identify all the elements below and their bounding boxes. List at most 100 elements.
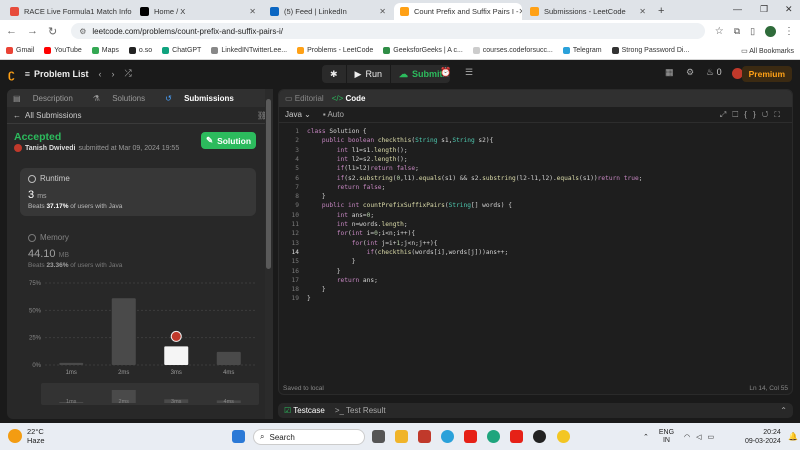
tab-solutions[interactable]: ⚗ Solutions [93, 94, 155, 103]
star-icon[interactable]: ☆ [715, 26, 724, 37]
code-line[interactable]: public int countPrefixSuffixPairs(String… [307, 202, 512, 209]
maximize-icon[interactable]: ❐ [760, 4, 768, 15]
close-tab-icon[interactable]: ✕ [519, 7, 523, 16]
wifi-icon[interactable]: ◠ [684, 433, 690, 441]
code-line[interactable]: } [307, 295, 311, 302]
tab-editorial[interactable]: ▭ Editorial [285, 94, 324, 103]
code-line[interactable]: class Solution { [307, 128, 367, 135]
settings-icon[interactable]: ⚙ [686, 67, 694, 78]
profile-icon[interactable] [765, 25, 776, 37]
streak-counter[interactable]: ♨ 0 [706, 67, 722, 78]
collapse-icon[interactable]: ⌃ [780, 406, 787, 415]
github-icon[interactable] [533, 430, 546, 443]
next-problem-icon[interactable]: › [111, 69, 114, 79]
problem-list-button[interactable]: ≡ Problem List [25, 69, 89, 79]
forward-icon[interactable]: → [27, 25, 38, 37]
bookmark-item[interactable]: Telegram [562, 47, 602, 54]
browser-tab[interactable]: Home / X ✕ [134, 3, 262, 20]
code-line[interactable]: return false; [307, 184, 385, 191]
bookmark-item[interactable]: ChatGPT [162, 47, 201, 54]
volume-icon[interactable]: ◁ [696, 433, 701, 441]
youtube-music-icon[interactable] [510, 430, 523, 443]
code-line[interactable]: if(l1>l2)return false; [307, 165, 419, 172]
browser-tab[interactable]: RACE Live Formula1 Match Info✕ [4, 3, 132, 20]
solution-button[interactable]: ✎ Solution [201, 132, 256, 149]
fullscreen-icon[interactable]: ⛶ [774, 110, 786, 119]
reset-icon[interactable]: ↺ [762, 110, 775, 119]
code-line[interactable]: if(checkthis(words[i],words[j]))ans++; [307, 249, 509, 256]
bookmark-item[interactable]: Gmail [6, 47, 34, 54]
tab-code[interactable]: </> Code [332, 94, 366, 103]
tab-submissions[interactable]: ↺ Submissions [165, 94, 244, 103]
auto-mode[interactable]: ▪ Auto [323, 110, 344, 119]
minimize-icon[interactable]: — [733, 4, 742, 14]
notes-icon[interactable]: ☰ [465, 67, 473, 78]
memory-card[interactable]: Memory 44.10 MB Beats 23.36% of users wi… [20, 227, 256, 277]
browser-tab[interactable]: (5) Feed | LinkedIn ✕ [264, 3, 392, 20]
bookmark-item[interactable]: o.so [128, 47, 152, 54]
edge-icon[interactable] [487, 430, 500, 443]
browser-tab[interactable]: Count Prefix and Suffix Pairs I - ✕ [394, 3, 522, 20]
left-panel-scrollbar[interactable] [265, 89, 273, 419]
tab-testcase[interactable]: ☑ Testcase [284, 406, 325, 415]
site-info-icon[interactable]: ⚙ [79, 27, 86, 36]
code-line[interactable]: } [307, 193, 326, 200]
debug-button[interactable]: ✱ [322, 65, 346, 83]
all-bookmarks-link[interactable]: ▭ All Bookmarks [741, 47, 794, 55]
tab-description[interactable]: ▤ Description [13, 94, 83, 103]
chrome-icon[interactable] [557, 430, 570, 443]
code-line[interactable]: } [307, 258, 356, 265]
task-view-icon[interactable] [372, 430, 385, 443]
bookmark-item[interactable]: Maps [91, 47, 119, 54]
bookmark-item[interactable]: courses.codeforsucc... [472, 47, 553, 54]
telegram-icon[interactable] [441, 430, 454, 443]
layout-icon[interactable]: ▦ [665, 67, 674, 78]
alarm-icon[interactable]: ⏰ [440, 67, 451, 78]
code-line[interactable]: int ans=0; [307, 212, 374, 219]
battery-icon[interactable]: ▭ [708, 433, 715, 441]
code-line[interactable]: int l1=s1.length(); [307, 147, 408, 154]
bookmark-item[interactable]: Problems - LeetCode [297, 47, 373, 54]
code-line[interactable]: if(s2.substring(0,l1).equals(s1) && s2.s… [307, 175, 643, 182]
bookmark-item[interactable]: Strong Password Di... [611, 47, 689, 54]
code-line[interactable]: public boolean checkthis(String s1,Strin… [307, 137, 493, 144]
new-tab-button[interactable]: + [658, 3, 664, 20]
windows-start-icon[interactable] [232, 430, 245, 443]
youtube-icon[interactable] [464, 430, 477, 443]
sidebar-icon[interactable]: ▯ [750, 26, 755, 37]
clock[interactable]: 20:24 09-03-2024 [745, 428, 781, 446]
run-button[interactable]: ▶ Run [346, 65, 390, 83]
photos-icon[interactable] [418, 430, 431, 443]
close-window-icon[interactable]: ✕ [785, 4, 793, 15]
code-line[interactable]: return ans; [307, 277, 378, 284]
show-hidden-icon[interactable]: ⌃ [643, 433, 649, 441]
author-name[interactable]: Tanish Dwivedi [25, 145, 75, 152]
close-tab-icon[interactable]: ✕ [249, 7, 256, 16]
notification-icon[interactable]: 🔔 [788, 432, 798, 441]
menu-icon[interactable]: ⋮ [784, 26, 794, 37]
prev-problem-icon[interactable]: ‹ [98, 69, 101, 79]
scrollbar-thumb[interactable] [266, 99, 271, 269]
code-line[interactable]: } [307, 268, 341, 275]
weather-widget[interactable]: 22°C Haze [8, 427, 45, 445]
bookmark-item[interactable]: GeeksforGeeks | A c... [383, 47, 463, 54]
url-field[interactable]: ⚙ leetcode.com/problems/count-prefix-and… [71, 23, 705, 39]
code-line[interactable]: for(int j=i+1;j<n;j++){ [307, 240, 438, 247]
all-submissions-link[interactable]: ← All Submissions ⛓ [7, 107, 273, 124]
premium-button[interactable]: Premium [741, 66, 792, 82]
file-explorer-icon[interactable] [395, 430, 408, 443]
close-tab-icon[interactable]: ✕ [379, 7, 386, 16]
bookmark-icon[interactable]: ☐ [732, 110, 744, 119]
code-line[interactable]: } [307, 286, 326, 293]
leetcode-logo-icon[interactable]: ʗ [8, 67, 15, 81]
language-select[interactable]: Java ⌄ [285, 110, 311, 119]
code-line[interactable]: int n=words.length; [307, 221, 408, 228]
shuffle-icon[interactable]: ⤮ [124, 68, 131, 79]
code-line[interactable]: for(int i=0;i<n;i++){ [307, 230, 415, 237]
close-tab-icon[interactable]: ✕ [639, 7, 646, 16]
braces-icon[interactable]: {} [744, 110, 761, 119]
language-indicator[interactable]: ENG IN [659, 429, 674, 445]
bookmark-item[interactable]: YouTube [44, 47, 82, 54]
reload-icon[interactable]: ↻ [48, 25, 57, 38]
tab-test-result[interactable]: >_ Test Result [335, 406, 386, 415]
